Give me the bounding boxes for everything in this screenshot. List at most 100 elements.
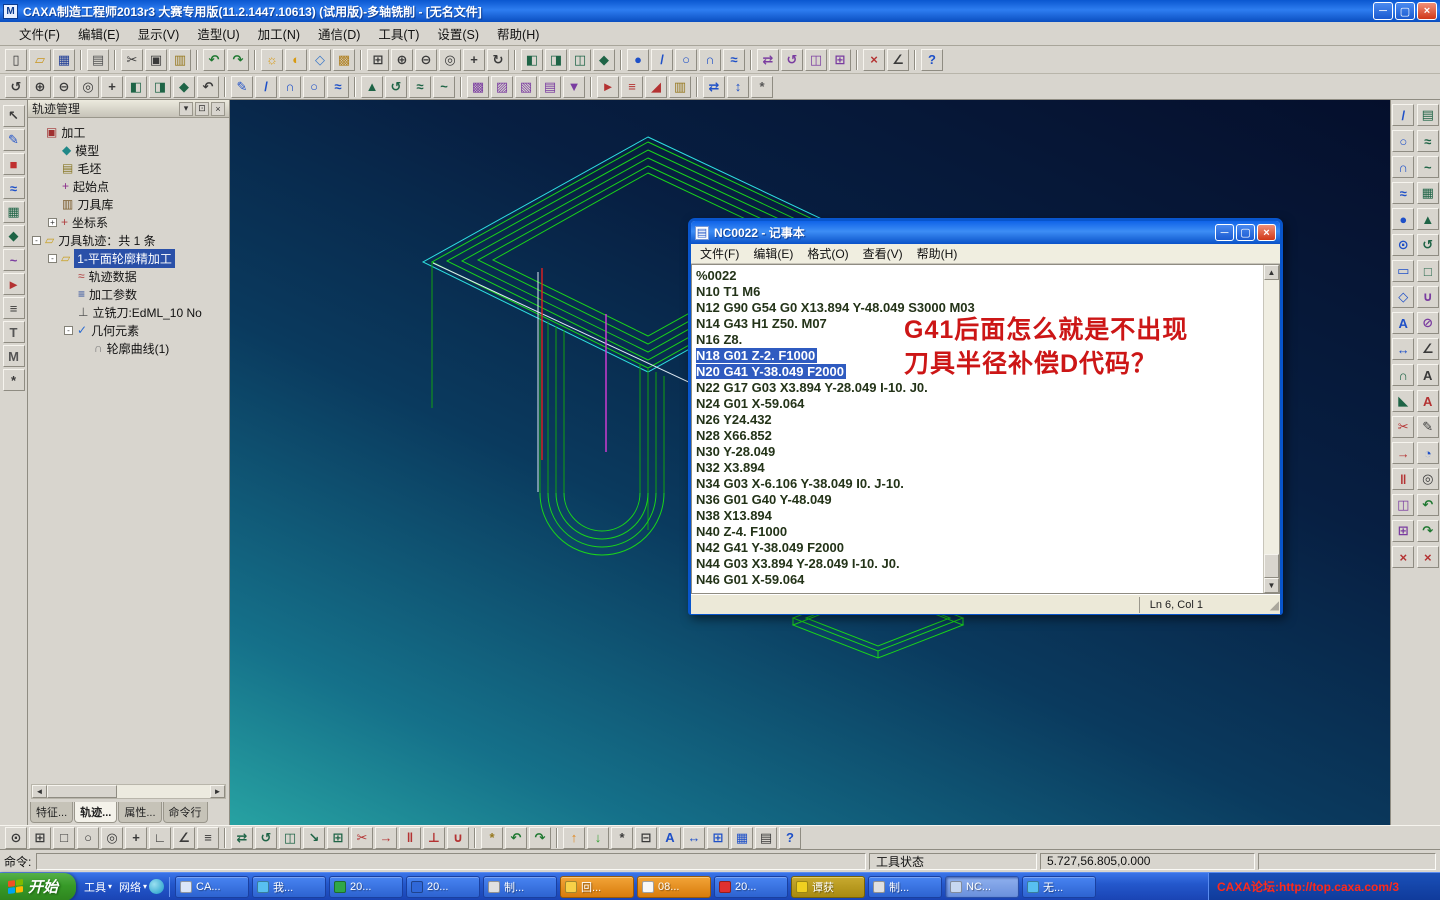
scroll-down-icon[interactable]: ▼ (1264, 578, 1279, 593)
r-circle-icon[interactable]: ○ (1392, 130, 1414, 152)
tree-item[interactable]: ▣加工 (28, 123, 229, 141)
select-icon[interactable]: ↖ (3, 105, 25, 127)
scroll-up-icon[interactable]: ▲ (1264, 265, 1279, 280)
array-icon[interactable]: ⊞ (829, 49, 851, 71)
snap-intersection-icon[interactable]: + (125, 827, 147, 849)
translate-icon[interactable]: ⇄ (757, 49, 779, 71)
start-button[interactable]: 开始 (0, 873, 76, 900)
trajectory-simulate-icon[interactable]: ► (597, 76, 619, 98)
nc-send-icon[interactable]: ⇄ (703, 76, 725, 98)
s-sweep-icon[interactable]: ~ (1417, 156, 1439, 178)
view-front-icon[interactable]: ◧ (521, 49, 543, 71)
front-view-icon[interactable]: ◧ (125, 76, 147, 98)
break-icon[interactable]: ⊥ (423, 827, 445, 849)
help-2-icon[interactable]: ? (779, 827, 801, 849)
s-smooth-icon[interactable]: ◔ (1417, 442, 1439, 464)
gear-icon[interactable]: * (611, 827, 633, 849)
collapse-icon[interactable]: - (48, 254, 57, 263)
scroll-right-icon[interactable]: ► (210, 785, 225, 798)
notepad-menu-item[interactable]: 查看(V) (856, 243, 910, 264)
line-2-icon[interactable]: / (255, 76, 277, 98)
erase-icon[interactable]: × (863, 49, 885, 71)
panel-close-icon[interactable]: × (211, 102, 225, 116)
zoom-in-icon[interactable]: ⊕ (391, 49, 413, 71)
s-font-b-icon[interactable]: A (1417, 390, 1439, 412)
r-arc-icon[interactable]: ∩ (1392, 156, 1414, 178)
texture-icon[interactable]: ▩ (333, 49, 355, 71)
taskbar-button[interactable]: 制... (868, 876, 942, 898)
print-2-icon[interactable]: ▤ (755, 827, 777, 849)
view-iso-icon[interactable]: ◆ (593, 49, 615, 71)
surface-tools-icon[interactable]: ▦ (3, 201, 25, 223)
s-revolve-icon[interactable]: ↺ (1417, 234, 1439, 256)
rotate-view-icon[interactable]: ↻ (487, 49, 509, 71)
ortho-icon[interactable]: ∟ (149, 827, 171, 849)
spline-2-icon[interactable]: ≈ (327, 76, 349, 98)
polar-icon[interactable]: ∠ (173, 827, 195, 849)
macro-icon[interactable]: M (3, 345, 25, 367)
trajectory-tools-icon[interactable]: ~ (3, 249, 25, 271)
view-left-icon[interactable]: ◫ (569, 49, 591, 71)
collapse-icon[interactable]: - (64, 326, 73, 335)
panel-horizontal-scrollbar[interactable]: ◄ ► (31, 784, 226, 799)
menu-item[interactable]: 显示(V) (129, 21, 189, 46)
s-ruled-icon[interactable]: ▤ (1417, 104, 1439, 126)
render-icon[interactable]: ☼ (261, 49, 283, 71)
curve-tools-icon[interactable]: ≈ (3, 177, 25, 199)
minimize-button[interactable]: ─ (1373, 2, 1393, 20)
post-icon[interactable]: ≡ (3, 297, 25, 319)
new-icon[interactable]: ▯ (5, 49, 27, 71)
r-array-icon[interactable]: ⊞ (1392, 520, 1414, 542)
s-annotate-icon[interactable]: ✎ (1417, 416, 1439, 438)
menu-item[interactable]: 加工(N) (249, 21, 309, 46)
taskbar-button[interactable]: 回... (560, 876, 634, 898)
revolve-icon[interactable]: ↺ (385, 76, 407, 98)
taskbar-button[interactable]: CA... (175, 876, 249, 898)
print-icon[interactable]: ▤ (87, 49, 109, 71)
explode-icon[interactable]: * (481, 827, 503, 849)
r-offset-icon[interactable]: ‖ (1392, 468, 1414, 490)
sketch-icon[interactable]: ✎ (231, 76, 253, 98)
tree-item[interactable]: ≡加工参数 (28, 285, 229, 303)
tree-item[interactable]: ++坐标系 (28, 213, 229, 231)
copy-icon[interactable]: ▣ (145, 49, 167, 71)
zoom-out-icon[interactable]: ⊖ (415, 49, 437, 71)
s-close-icon[interactable]: × (1417, 546, 1439, 568)
undo-2-icon[interactable]: ↶ (505, 827, 527, 849)
prev-view-icon[interactable]: ↶ (197, 76, 219, 98)
tree-item[interactable]: -▱1-平面轮廓精加工 (28, 249, 229, 267)
taskbar-button[interactable]: 08... (637, 876, 711, 898)
comm-settings-icon[interactable]: * (751, 76, 773, 98)
s-subtract-icon[interactable]: ⊘ (1417, 312, 1439, 334)
tree-item[interactable]: +起始点 (28, 177, 229, 195)
plane-rough-mill-icon[interactable]: ▩ (467, 76, 489, 98)
r-spline-icon[interactable]: ≈ (1392, 182, 1414, 204)
tree-item[interactable]: ▤毛坯 (28, 159, 229, 177)
rotate-icon[interactable]: ↺ (781, 49, 803, 71)
taskbar-button[interactable]: 20... (329, 876, 403, 898)
notepad-titlebar[interactable]: ▤ NC0022 - 记事本 ─ ▢ × (691, 221, 1280, 244)
menu-item[interactable]: 帮助(H) (488, 21, 548, 46)
table-icon[interactable]: ⊞ (707, 827, 729, 849)
s-loft-icon[interactable]: ≈ (1417, 130, 1439, 152)
notepad-text-area[interactable]: %0022N10 T1 M6N12 G90 G54 G0 X13.894 Y-4… (691, 264, 1280, 594)
r-rectangle-icon[interactable]: ▭ (1392, 260, 1414, 282)
taskbar-button[interactable]: 制... (483, 876, 557, 898)
spline-icon[interactable]: ≈ (723, 49, 745, 71)
menu-item[interactable]: 通信(D) (309, 21, 369, 46)
menu-item[interactable]: 造型(U) (188, 21, 248, 46)
menu-item[interactable]: 工具(T) (369, 21, 428, 46)
top-view-icon[interactable]: ◨ (149, 76, 171, 98)
taskbar-button[interactable]: NC... (945, 876, 1019, 898)
redo-2-icon[interactable]: ↷ (529, 827, 551, 849)
r-trim-icon[interactable]: ✂ (1392, 416, 1414, 438)
tree-item[interactable]: ⊥立铣刀:EdML_10 No (28, 303, 229, 321)
drill-icon[interactable]: ▼ (563, 76, 585, 98)
notepad-maximize-button[interactable]: ▢ (1236, 224, 1255, 241)
options-icon[interactable]: * (3, 369, 25, 391)
r-dimension-icon[interactable]: ↔ (1392, 338, 1414, 360)
nc-receive-icon[interactable]: ↕ (727, 76, 749, 98)
array-2-icon[interactable]: ⊞ (327, 827, 349, 849)
paste-icon[interactable]: ▥ (169, 49, 191, 71)
notepad-close-button[interactable]: × (1257, 224, 1276, 241)
